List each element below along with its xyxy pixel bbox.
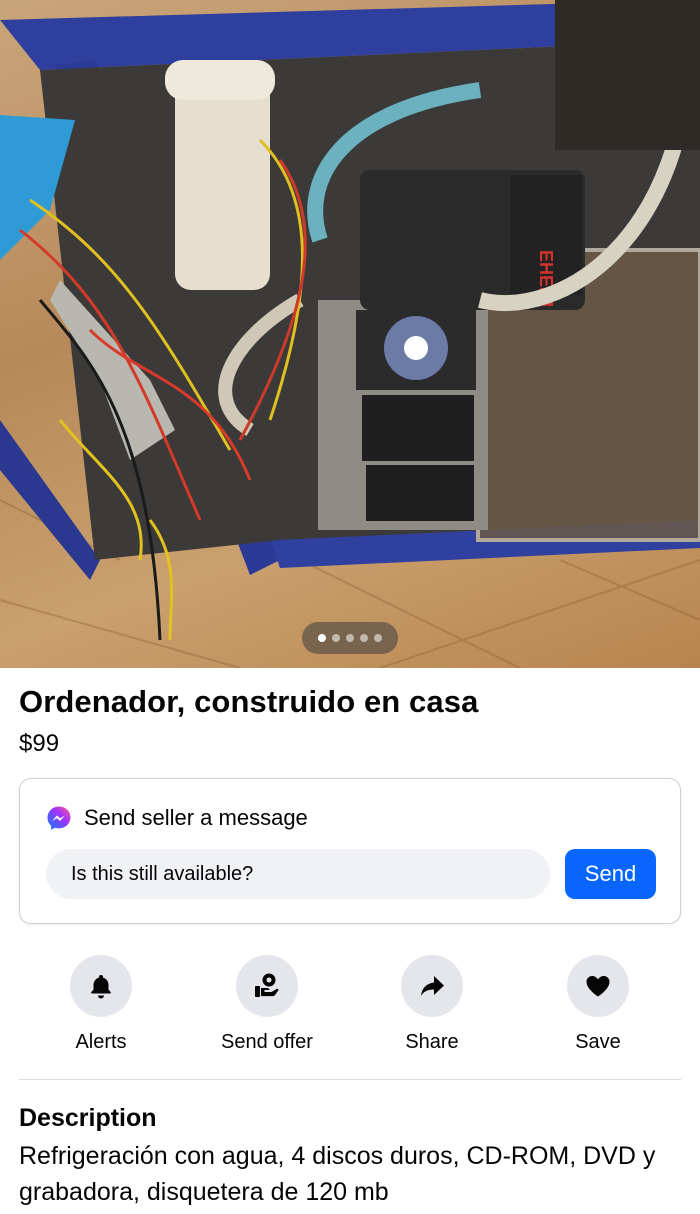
- send-offer-icon-circle[interactable]: [236, 955, 298, 1017]
- message-card-header: Send seller a message: [46, 805, 308, 831]
- heart-icon: [586, 976, 610, 997]
- share-icon-circle[interactable]: [401, 955, 463, 1017]
- carousel-dot[interactable]: [332, 634, 340, 642]
- messenger-icon: [47, 806, 71, 830]
- send-offer-button[interactable]: Send offer: [197, 955, 337, 1054]
- bell-icon: [91, 975, 111, 999]
- description-text: Refrigeración con agua, 4 discos duros, …: [19, 1142, 656, 1206]
- listing-photo[interactable]: EHEIM: [0, 0, 700, 668]
- homemade-computer-image: EHEIM: [0, 0, 700, 668]
- section-divider: [19, 1079, 681, 1080]
- carousel-indicator[interactable]: [302, 622, 398, 654]
- offer-icon: [255, 973, 279, 997]
- alerts-icon-circle[interactable]: [70, 955, 132, 1017]
- share-icon: [421, 976, 444, 996]
- share-button[interactable]: Share: [362, 955, 502, 1054]
- send-button[interactable]: Send: [565, 849, 656, 899]
- message-card-title: Send seller a message: [84, 805, 308, 830]
- carousel-dot[interactable]: [346, 634, 354, 642]
- carousel-dot[interactable]: [318, 634, 326, 642]
- listing-title: Ordenador, construido en casa: [19, 684, 479, 719]
- save-button[interactable]: Save: [528, 955, 668, 1054]
- alerts-label: Alerts: [75, 1031, 127, 1053]
- carousel-dot[interactable]: [374, 634, 382, 642]
- description-heading: Description: [19, 1104, 157, 1132]
- message-seller-card: Send seller a message Is this still avai…: [19, 778, 681, 924]
- save-label: Save: [575, 1031, 621, 1053]
- alerts-button[interactable]: Alerts: [31, 955, 171, 1054]
- share-label: Share: [405, 1031, 459, 1053]
- save-icon-circle[interactable]: [567, 955, 629, 1017]
- send-offer-label: Send offer: [221, 1031, 313, 1053]
- carousel-dot[interactable]: [360, 634, 368, 642]
- message-input[interactable]: Is this still available?: [46, 849, 550, 899]
- listing-price: $99: [19, 730, 60, 757]
- action-row: Alerts Send offer Share Save: [0, 955, 700, 1055]
